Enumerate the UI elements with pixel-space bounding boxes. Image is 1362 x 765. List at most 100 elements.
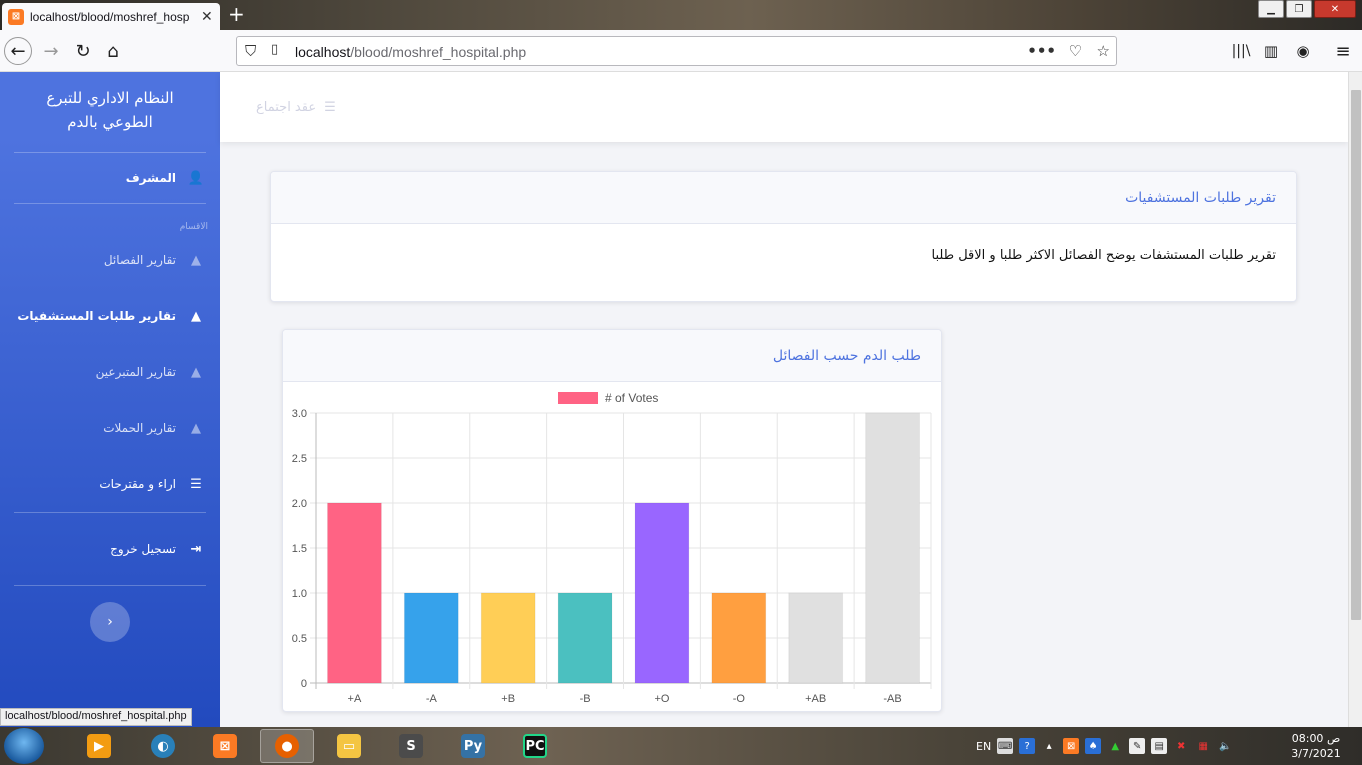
- chart-card: طلب الدم حسب الفصائل # of Votes 3.0 2.5 2.0…: [282, 329, 942, 712]
- url-text[interactable]: localhost/blood/moshref_hospital.php: [295, 44, 526, 60]
- sidebar-collapse-button[interactable]: ‹: [90, 602, 130, 642]
- shield-icon[interactable]: ⛉: [245, 42, 256, 60]
- brand-title[interactable]: النظام الاداري للتبرع الطوعي بالدم: [0, 72, 220, 152]
- reload-button[interactable]: ↻: [70, 38, 96, 64]
- minimize-button[interactable]: ▁: [1258, 0, 1284, 18]
- new-tab-button[interactable]: +: [228, 3, 245, 25]
- bar: [403, 592, 459, 684]
- browser-app[interactable]: ◐: [136, 729, 190, 763]
- user-icon: 👤: [187, 170, 204, 186]
- bar: [327, 502, 382, 684]
- page-info-icon[interactable]: ▯: [271, 42, 278, 57]
- x-tick-label: -O: [733, 693, 746, 705]
- clock-time: 08:00 ص: [1291, 732, 1341, 745]
- x-tick-label: +A: [348, 693, 362, 705]
- url-bar[interactable]: ⛉ ▯ localhost/blood/moshref_hospital.php…: [236, 36, 1117, 66]
- tray-app-icon[interactable]: ✎: [1129, 738, 1146, 754]
- bar-chart: # of Votes 3.0 2.5 2.0 1.5 1.0 0.5 0 +A -A +B -B +O -…: [292, 391, 932, 705]
- xampp-app[interactable]: ⊠: [198, 729, 252, 763]
- start-button[interactable]: [4, 728, 44, 764]
- report-card-title: تقرير طلبات المستشفيات: [1125, 189, 1276, 206]
- x-tick-label: -A: [426, 693, 438, 705]
- divider: [14, 585, 206, 586]
- close-tab-icon[interactable]: ✕: [201, 9, 213, 25]
- back-button[interactable]: ←: [4, 37, 32, 65]
- area-chart-icon: ▲: [191, 364, 201, 380]
- sidebar-item-hospital-requests[interactable]: ▲ تقارير طلبات المستشفيات: [0, 288, 220, 344]
- bar: [634, 502, 690, 684]
- forward-button[interactable]: →: [38, 38, 64, 64]
- media-player-app[interactable]: ▶: [72, 729, 126, 763]
- network-icon[interactable]: ▦: [1195, 738, 1211, 754]
- y-tick-label: 0: [301, 678, 307, 690]
- tray-window-icon[interactable]: ▤: [1151, 738, 1168, 754]
- x-tick-label: +B: [501, 693, 515, 705]
- library-icon[interactable]: |||\: [1228, 38, 1254, 64]
- firefox-app[interactable]: ●: [260, 729, 314, 763]
- list-icon: ☰: [324, 100, 336, 115]
- browser-tab[interactable]: ⊠ localhost/blood/moshref_hosp ✕: [2, 3, 220, 30]
- chevron-up-icon[interactable]: ▴: [1041, 738, 1057, 754]
- system-tray: EN ⌨ ? ▴ ⊠ ♠ ▲ ✎ ▤ ✖ ▦ 🔈: [976, 727, 1233, 765]
- home-button[interactable]: ⌂: [100, 38, 126, 64]
- explorer-app[interactable]: ▭: [322, 729, 376, 763]
- language-indicator[interactable]: EN: [976, 740, 991, 753]
- sidebar-item-label: تسجيل خروج: [110, 542, 176, 556]
- sidebar-item-label: تقارير المتبرعين: [95, 365, 176, 379]
- chart-card-title: طلب الدم حسب الفصائل: [772, 347, 921, 364]
- legend-label: # of Votes: [605, 391, 658, 405]
- y-tick-label: 2.5: [292, 453, 307, 465]
- sidebar-heading: الاقسام: [179, 222, 208, 232]
- sidebar-item-logout[interactable]: ⇥ تسجيل خروج: [0, 513, 220, 585]
- pycharm-app[interactable]: PC: [508, 729, 562, 763]
- topbar: ☰ عقد اجتماع: [220, 72, 1348, 142]
- sublime-app[interactable]: S: [384, 729, 438, 763]
- maximize-button[interactable]: ❐: [1286, 0, 1312, 18]
- tray-triangle-icon[interactable]: ▲: [1107, 738, 1123, 754]
- clock[interactable]: 08:00 ص 3/7/2021: [1286, 731, 1346, 761]
- folder-icon: ▭: [337, 734, 361, 758]
- x-tick-label: +O: [654, 693, 669, 705]
- xampp-icon: ⊠: [213, 734, 237, 758]
- sidebar-item-campaigns[interactable]: ▲ تقارير الحملات: [0, 400, 220, 456]
- account-icon[interactable]: ◉: [1290, 38, 1316, 64]
- sidebar-item-blood-types[interactable]: ▲ تقارير الفصائل: [0, 232, 220, 288]
- firefox-icon: ●: [275, 734, 299, 758]
- list-icon: ☰: [190, 476, 202, 492]
- legend-swatch: [558, 392, 598, 404]
- sidebar-item-admin[interactable]: 👤 المشرف: [0, 153, 220, 203]
- xampp-tray-icon[interactable]: ⊠: [1063, 738, 1080, 754]
- area-chart-icon: ▲: [191, 420, 201, 436]
- status-link: localhost/blood/moshref_hospital.php: [0, 708, 192, 726]
- bar: [557, 592, 613, 684]
- bookmark-star-icon[interactable]: ☆: [1097, 42, 1110, 60]
- help-icon[interactable]: ?: [1019, 738, 1036, 754]
- close-window-button[interactable]: ✕: [1314, 0, 1356, 18]
- web-page: النظام الاداري للتبرع الطوعي بالدم 👤 الم…: [0, 72, 1348, 727]
- menu-icon[interactable]: ≡: [1330, 38, 1356, 64]
- sidebar-item-label: اراء و مقترحات: [99, 477, 176, 491]
- meeting-link-label: عقد اجتماع: [256, 100, 317, 115]
- meeting-link[interactable]: ☰ عقد اجتماع: [256, 100, 336, 115]
- tray-error-icon[interactable]: ✖: [1173, 738, 1189, 754]
- vertical-scrollbar[interactable]: [1348, 72, 1362, 727]
- keyboard-icon[interactable]: ⌨: [997, 738, 1014, 754]
- sign-out-icon: ⇥: [190, 541, 202, 557]
- sidebar-item-donors[interactable]: ▲ تقارير المتبرعين: [0, 344, 220, 400]
- volume-icon[interactable]: 🔈: [1217, 738, 1233, 754]
- x-tick-label: -B: [580, 693, 591, 705]
- security-tray-icon[interactable]: ♠: [1085, 738, 1102, 754]
- chevron-left-icon: ‹: [107, 614, 113, 630]
- y-tick-label: 3.0: [292, 408, 307, 420]
- pocket-icon[interactable]: ♡: [1069, 42, 1082, 60]
- more-actions-icon[interactable]: •••: [1027, 42, 1056, 60]
- sidebar-toggle-icon[interactable]: ▥: [1258, 38, 1284, 64]
- area-chart-icon: ▲: [191, 252, 201, 268]
- python-app[interactable]: Py: [446, 729, 500, 763]
- x-tick-label: +AB: [805, 693, 826, 705]
- report-card-body: تقرير طلبات المستشفات يوضح الفصائل الاكث…: [931, 248, 1276, 263]
- sidebar-item-label: تقارير الحملات: [103, 421, 176, 435]
- tab-title: localhost/blood/moshref_hosp: [30, 9, 190, 24]
- scrollbar-thumb[interactable]: [1351, 90, 1361, 620]
- sidebar-item-suggestions[interactable]: ☰ اراء و مقترحات: [0, 456, 220, 512]
